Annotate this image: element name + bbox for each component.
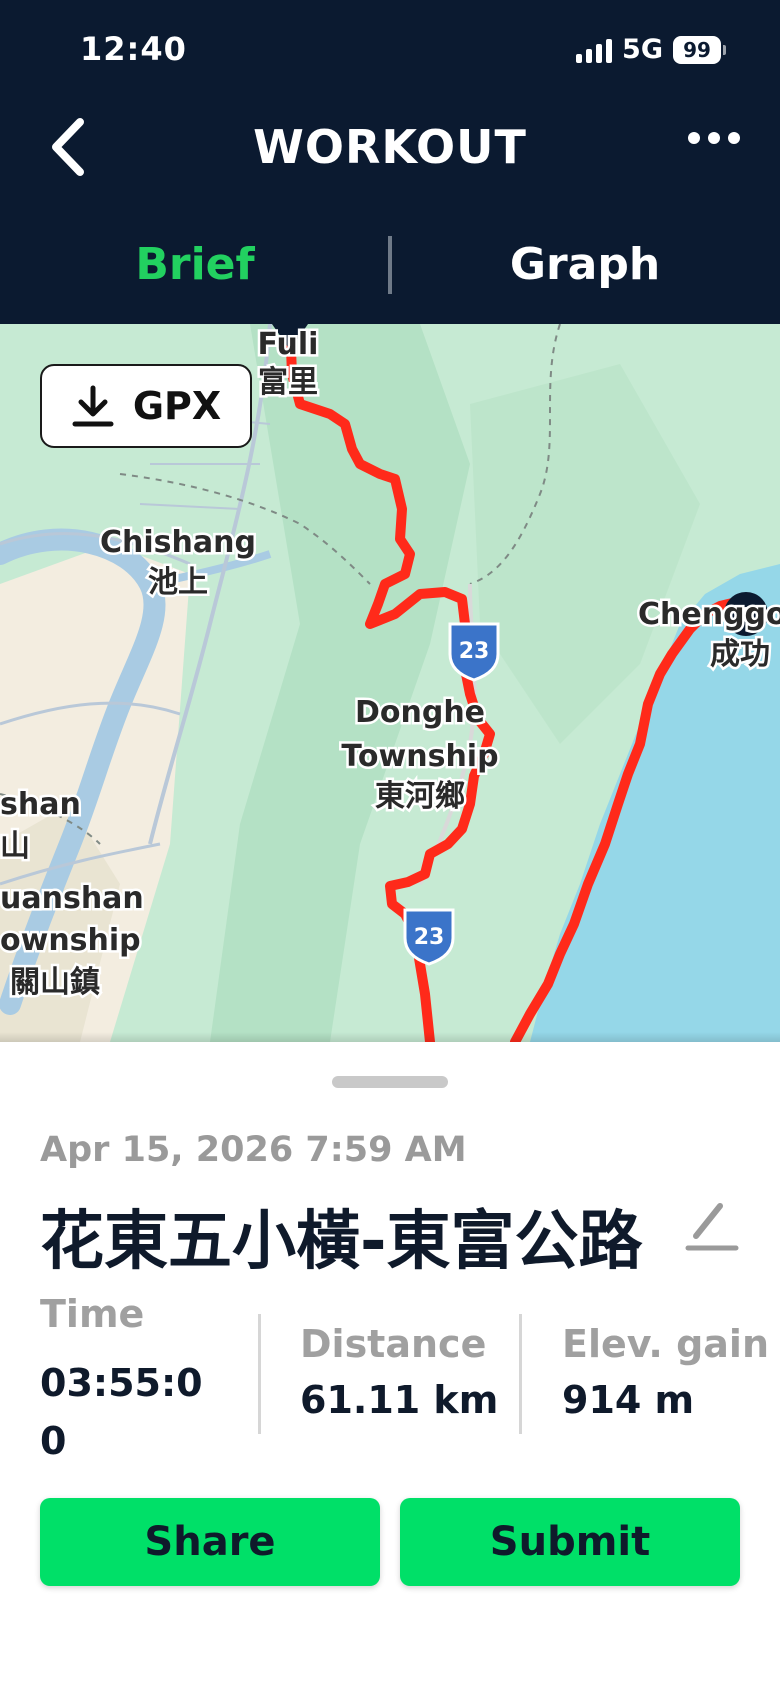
- route-23-shield-north: 23: [448, 622, 500, 682]
- stat-label: Time: [40, 1292, 145, 1336]
- stat-value: 03:55:00: [40, 1361, 203, 1463]
- more-options-button[interactable]: [688, 132, 740, 144]
- route-number: 23: [414, 925, 445, 950]
- stat-label: Distance: [300, 1322, 487, 1366]
- stat-distance: Distance 61.11 km: [300, 1322, 498, 1422]
- tab-graph[interactable]: Graph: [390, 232, 780, 298]
- workout-title: 花東五小橫-東富公路: [40, 1205, 643, 1279]
- place-label: Chishang: [100, 525, 256, 560]
- place-label: Fuli: [258, 327, 319, 362]
- status-indicators: 5G 99: [576, 34, 726, 65]
- pencil-icon: [685, 1203, 739, 1251]
- page-title: WORKOUT: [253, 120, 527, 174]
- tab-bar: Brief Graph: [0, 232, 780, 302]
- place-label: uanshan: [0, 881, 144, 916]
- place-label: Donghe: [355, 695, 485, 730]
- more-dot-icon: [688, 132, 700, 144]
- place-label: 成功: [710, 637, 770, 672]
- workout-summary-sheet: Apr 15, 2026 7:59 AM 花東五小橫-東富公路 Time 03:…: [0, 1042, 780, 1689]
- stat-value: 61.11 km: [300, 1378, 499, 1422]
- stat-label: Elev. gain: [562, 1322, 770, 1366]
- app-header: 12:40 5G 99 WORKOUT Brief Graph: [0, 0, 780, 324]
- stat-time: Time 03:55:00: [40, 1292, 210, 1470]
- place-label: 東河鄉: [375, 779, 465, 814]
- route-number: 23: [459, 639, 490, 664]
- stat-elevation: Elev. gain 914 m: [562, 1322, 769, 1422]
- share-button[interactable]: Share: [40, 1498, 380, 1586]
- battery-level: 99: [673, 35, 721, 64]
- signal-icon: [576, 37, 613, 63]
- edit-title-button[interactable]: [684, 1198, 740, 1254]
- submit-button[interactable]: Submit: [400, 1498, 740, 1586]
- stat-divider: [258, 1314, 261, 1434]
- stat-divider: [519, 1314, 522, 1434]
- stat-value: 914 m: [562, 1378, 695, 1422]
- workout-date: Apr 15, 2026 7:59 AM: [40, 1130, 467, 1170]
- place-label: Township: [341, 739, 498, 774]
- more-dot-icon: [708, 132, 720, 144]
- gpx-label: GPX: [132, 384, 222, 428]
- route-23-shield-south: 23: [403, 908, 455, 966]
- download-icon: [72, 385, 114, 427]
- more-dot-icon: [728, 132, 740, 144]
- status-time: 12:40: [80, 30, 187, 68]
- network-type: 5G: [622, 34, 663, 65]
- place-label: 池上: [148, 565, 208, 600]
- place-label: shan: [0, 787, 81, 822]
- battery-icon: 99: [673, 35, 726, 64]
- tab-brief[interactable]: Brief: [0, 232, 390, 298]
- place-label: 富里: [258, 365, 318, 400]
- sheet-drag-handle[interactable]: [332, 1076, 448, 1088]
- place-label: Chenggong: [638, 597, 780, 632]
- place-label: ownship: [0, 923, 141, 958]
- place-label: 山: [0, 829, 30, 864]
- place-label: 關山鎮: [10, 965, 100, 1000]
- gpx-download-button[interactable]: GPX: [40, 364, 252, 448]
